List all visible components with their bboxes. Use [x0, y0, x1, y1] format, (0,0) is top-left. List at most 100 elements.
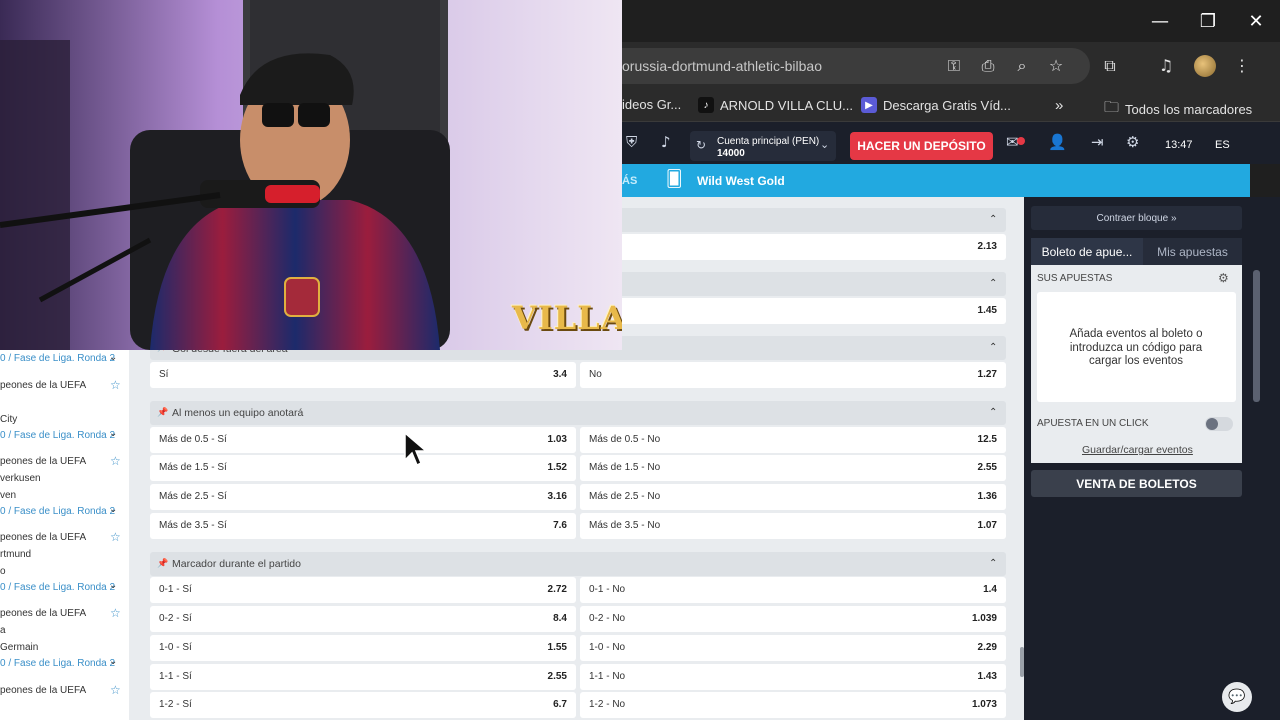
extensions-icon[interactable]: ⧉ [1098, 56, 1122, 76]
odd-cell[interactable]: Más de 2.5 - No 1.36 [580, 484, 1006, 510]
sidebar-scrollbar[interactable] [1253, 270, 1260, 402]
star-icon[interactable]: ☆ [110, 683, 121, 697]
odd-cell[interactable]: 1-0 - Sí 1.55 [150, 635, 576, 661]
team-name[interactable]: o [0, 566, 6, 577]
close-icon[interactable]: ✕ [1232, 0, 1280, 42]
chevron-down-icon[interactable]: ⌄ [109, 656, 117, 667]
league-round-link[interactable]: 0 / Fase de Liga. Ronda 2 [0, 506, 115, 517]
pin-icon[interactable]: 📌 [157, 408, 168, 418]
user-icon[interactable]: 👤 [1048, 133, 1067, 151]
chevron-up-icon[interactable]: ⌃ [989, 278, 997, 289]
star-icon[interactable]: ☆ [110, 606, 121, 620]
one-click-toggle[interactable] [1205, 417, 1233, 431]
chevron-up-icon[interactable]: ⌃ [989, 342, 997, 353]
install-icon[interactable]: ⎙ [976, 56, 1000, 76]
market-title: Marcador durante el partido [172, 558, 301, 570]
language-selector[interactable]: ES [1215, 139, 1230, 151]
odd-cell[interactable]: Más de 2.5 - Sí 3.16 [150, 484, 576, 510]
chevron-down-icon[interactable]: ⌄ [109, 580, 117, 591]
betslip-empty-message: Añada eventos al boleto o introduzca un … [1069, 328, 1203, 367]
league-name: peones de la UEFA [0, 685, 87, 696]
minimize-icon[interactable]: — [1136, 0, 1184, 42]
odd-cell[interactable]: 0-2 - No 1.039 [580, 606, 1006, 632]
bell-icon[interactable]: ♪ [661, 133, 671, 151]
league-round-link[interactable]: 0 / Fase de Liga. Ronda 2 [0, 582, 115, 593]
league-name: peones de la UEFA [0, 532, 87, 543]
bookmark-item[interactable]: ▶ Descarga Gratis Víd... [861, 97, 1011, 113]
odd-cell[interactable]: Más de 1.5 - No 2.55 [580, 455, 1006, 481]
tab-my-bets[interactable]: Mis apuestas [1143, 238, 1242, 265]
team-name[interactable]: Germain [0, 642, 38, 653]
media-control-icon[interactable]: ♫ [1154, 56, 1178, 75]
odd-cell[interactable]: Más de 3.5 - Sí 7.6 [150, 513, 576, 539]
star-icon[interactable]: ☆ [110, 530, 121, 544]
bookmark-star-icon[interactable]: ☆ [1044, 56, 1068, 75]
pin-icon[interactable]: 📌 [157, 559, 168, 569]
league-name: peones de la UEFA [0, 456, 87, 467]
team-name[interactable]: City [0, 414, 17, 425]
settings-gear-icon[interactable]: ⚙ [1126, 133, 1139, 151]
key-icon[interactable]: ⚿ [942, 56, 966, 76]
url-text[interactable]: orussia-dortmund-athletic-bilbao [622, 58, 822, 74]
folder-icon: 🗀 [1104, 98, 1120, 116]
menu-dots-icon[interactable]: ⋮ [1230, 56, 1254, 75]
team-name[interactable]: rtmund [0, 549, 31, 560]
league-round-link[interactable]: 0 / Fase de Liga. Ronda 2 [0, 658, 115, 669]
odd-cell[interactable]: 0-1 - No 1.4 [580, 577, 1006, 603]
star-icon[interactable]: ☆ [110, 378, 121, 392]
odd-cell[interactable]: 1-1 - Sí 2.55 [150, 664, 576, 690]
shield-icon[interactable]: ⛨ [626, 133, 637, 151]
profile-avatar[interactable] [1194, 55, 1216, 77]
more-bookmarks-button[interactable]: » [1055, 97, 1063, 114]
tab-betslip[interactable]: Boleto de apue... [1031, 238, 1143, 265]
odd-cell[interactable]: 1-2 - Sí 6.7 [150, 692, 576, 718]
team-name[interactable]: a [0, 625, 6, 636]
webcam-image [0, 0, 622, 350]
odd-cell[interactable]: 0-2 - Sí 8.4 [150, 606, 576, 632]
chevron-up-icon[interactable]: ⌃ [989, 558, 997, 569]
odd-cell[interactable]: 0-1 - Sí 2.72 [150, 577, 576, 603]
betslip-settings-icon[interactable]: ⚙ [1218, 271, 1229, 285]
league-round-link[interactable]: 0 / Fase de Liga. Ronda 2 [0, 430, 115, 441]
chat-icon[interactable]: 💬 [1222, 682, 1252, 712]
restore-icon[interactable]: ❐ [1184, 0, 1232, 42]
odd-cell[interactable]: No 1.27 [580, 362, 1006, 388]
logout-icon[interactable]: ⇥ [1091, 133, 1104, 151]
odd-cell[interactable]: Sí 3.4 [150, 362, 576, 388]
odd-cell[interactable]: 1-2 - No 1.073 [580, 692, 1006, 718]
league-name: peones de la UEFA [0, 380, 87, 391]
window-controls: — ❐ ✕ [1136, 0, 1280, 42]
chevron-down-icon[interactable]: ⌄ [109, 352, 117, 363]
zoom-icon[interactable]: ⌕ [1010, 56, 1034, 76]
screen: — ❐ ✕ orussia-dortmund-athletic-bilbao ⚿… [0, 0, 1280, 720]
chevron-up-icon[interactable]: ⌃ [989, 407, 997, 418]
clock[interactable]: 13:47 [1165, 139, 1193, 151]
odd-cell[interactable]: Más de 1.5 - Sí 1.52 [150, 455, 576, 481]
deposit-button[interactable]: HACER UN DEPÓSITO [850, 132, 993, 160]
odd-cell[interactable]: Más de 0.5 - No 12.5 [580, 427, 1006, 453]
odd-cell[interactable]: Más de 0.5 - Sí 1.03 [150, 427, 576, 453]
star-icon[interactable]: ☆ [110, 454, 121, 468]
team-name[interactable]: ven [0, 490, 16, 501]
betslip-title: SUS APUESTAS [1037, 273, 1113, 284]
team-name[interactable]: verkusen [0, 473, 41, 484]
account-balance: 14000 [717, 148, 745, 159]
nav-more[interactable]: ÁS [622, 175, 637, 187]
ticket-sale-button[interactable]: VENTA DE BOLETOS [1031, 470, 1242, 497]
chevron-down-icon[interactable]: ⌄ [109, 428, 117, 439]
bookmark-item[interactable]: ♪ ARNOLD VILLA CLU... [698, 97, 853, 113]
chevron-down-icon[interactable]: ⌄ [109, 504, 117, 515]
chevron-down-icon[interactable]: ⌄ [820, 138, 829, 151]
odd-cell[interactable]: 1-1 - No 1.43 [580, 664, 1006, 690]
chevron-up-icon[interactable]: ⌃ [989, 214, 997, 225]
webcam-overlay: VILLA [0, 0, 622, 350]
odd-cell[interactable]: 1-0 - No 2.29 [580, 635, 1006, 661]
bookmark-item[interactable]: ideos Gr... [622, 97, 681, 112]
collapse-block-button[interactable]: Contraer bloque » [1031, 206, 1242, 230]
odd-cell[interactable]: Más de 3.5 - No 1.07 [580, 513, 1006, 539]
nav-game-link[interactable]: Wild West Gold [697, 174, 785, 188]
all-bookmarks-button[interactable]: 🗀 Todos los marcadores [1104, 97, 1252, 122]
refresh-icon[interactable]: ↻ [696, 138, 706, 152]
save-load-events-link[interactable]: Guardar/cargar eventos [1082, 444, 1193, 456]
league-round-link[interactable]: 0 / Fase de Liga. Ronda 2 [0, 353, 115, 364]
